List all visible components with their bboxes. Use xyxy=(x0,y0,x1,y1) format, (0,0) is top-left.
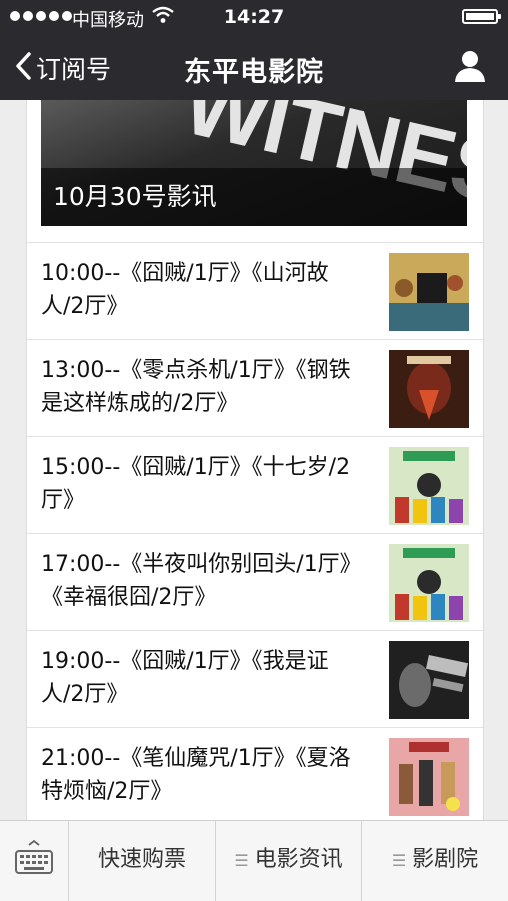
schedule-text: 10:00--《囧贼/1厅》《山河故人/2厅》 xyxy=(41,261,329,319)
clock: 14:27 xyxy=(223,6,285,28)
bottom-menu-bar: 快速购票 ☰ 电影资讯 ☰ 影剧院 xyxy=(0,820,508,901)
list-item[interactable]: 21:00--《笔仙魔咒/1厅》《夏洛特烦恼/2厅》 xyxy=(27,727,483,820)
movie-poster-thumbnail xyxy=(389,738,469,816)
list-item[interactable]: 10:00--《囧贼/1厅》《山河故人/2厅》 xyxy=(27,242,483,339)
menu-lines-icon: ☰ xyxy=(234,851,249,870)
menu-label: 电影资讯 xyxy=(254,847,343,872)
profile-button[interactable] xyxy=(454,49,486,87)
keyboard-toggle-button[interactable] xyxy=(0,821,69,901)
movie-poster-thumbnail xyxy=(389,641,469,719)
list-item[interactable]: 15:00--《囧贼/1厅》《十七岁/2厅》 xyxy=(27,436,483,533)
article-content: WITNESS 10月30号影讯 10:00--《囧贼/1厅》《山河故人/2厅》… xyxy=(26,100,484,820)
schedule-text: 15:00--《囧贼/1厅》《十七岁/2厅》 xyxy=(41,455,351,513)
menu-label: 影剧院 xyxy=(412,847,479,872)
menu-quick-ticket[interactable]: 快速购票 xyxy=(69,821,216,901)
banner-caption: 10月30号影讯 xyxy=(41,168,467,226)
movie-poster-thumbnail xyxy=(389,253,469,331)
schedule-text: 17:00--《半夜叫你别回头/1厅》《幸福很囧/2厅》 xyxy=(41,552,351,610)
schedule-list: 10:00--《囧贼/1厅》《山河故人/2厅》 13:00--《零点杀机/1厅》… xyxy=(27,242,483,820)
movie-poster-thumbnail xyxy=(389,447,469,525)
schedule-text: 13:00--《零点杀机/1厅》《钢铁是这样炼成的/2厅》 xyxy=(41,358,351,416)
menu-movie-news[interactable]: ☰ 电影资讯 xyxy=(216,821,362,901)
keyboard-icon xyxy=(14,839,54,883)
schedule-text: 19:00--《囧贼/1厅》《我是证人/2厅》 xyxy=(41,649,329,707)
menu-lines-icon: ☰ xyxy=(391,851,407,870)
person-icon xyxy=(454,51,486,87)
list-item[interactable]: 17:00--《半夜叫你别回头/1厅》《幸福很囧/2厅》 xyxy=(27,533,483,630)
battery-icon xyxy=(462,9,501,24)
list-item[interactable]: 19:00--《囧贼/1厅》《我是证人/2厅》 xyxy=(27,630,483,727)
schedule-text: 21:00--《笔仙魔咒/1厅》《夏洛特烦恼/2厅》 xyxy=(41,746,351,804)
nav-bar: 订阅号 东平电影院 xyxy=(0,34,508,100)
menu-label: 快速购票 xyxy=(97,847,186,872)
list-item[interactable]: 13:00--《零点杀机/1厅》《钢铁是这样炼成的/2厅》 xyxy=(27,339,483,436)
banner-image[interactable]: WITNESS 10月30号影讯 xyxy=(41,100,467,226)
movie-poster-thumbnail xyxy=(389,350,469,428)
status-bar: 中国移动 14:27 xyxy=(0,0,508,34)
menu-theater[interactable]: ☰ 影剧院 xyxy=(362,821,508,901)
movie-poster-thumbnail xyxy=(389,544,469,622)
page-title: 东平电影院 xyxy=(184,57,324,88)
